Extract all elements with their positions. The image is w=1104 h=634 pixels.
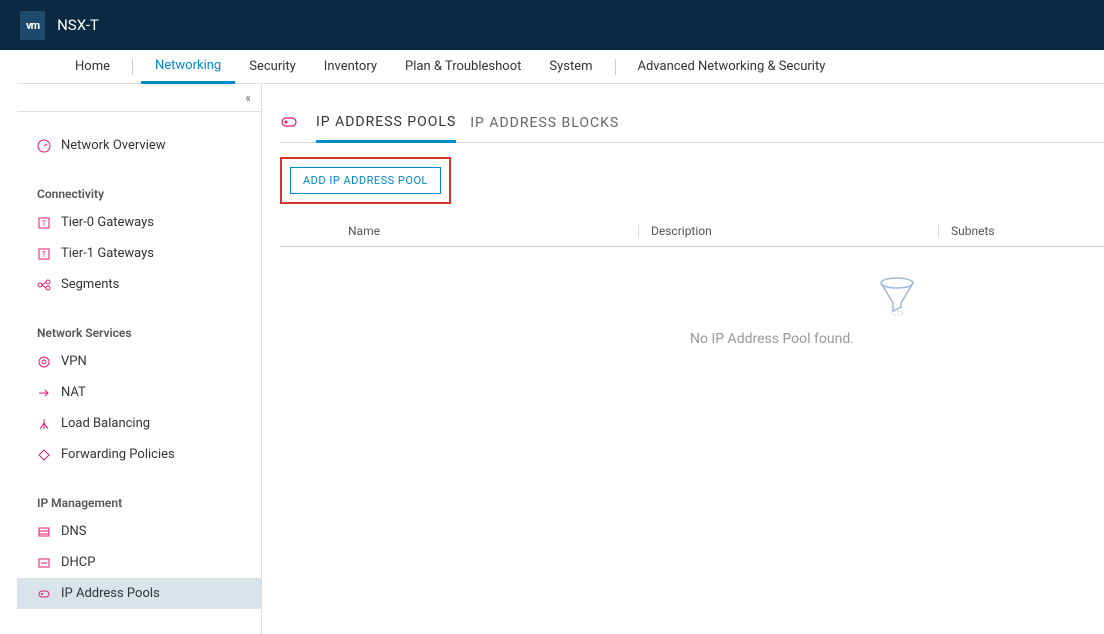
sidebar-section-ip-management: IP Management DNS DHCP IP Address Pools [17,478,261,617]
sidebar-section-connectivity: Connectivity T Tier-0 Gateways T Tier-1 … [17,169,261,308]
sidebar-item-ip-pools[interactable]: IP Address Pools [17,578,261,609]
sidebar-heading-network-services: Network Services [17,316,261,346]
sidebar-collapse-bar: « [17,84,261,112]
sidebar-item-forwarding[interactable]: Forwarding Policies [17,439,261,470]
sidebar-section-overview: Network Overview [17,112,261,169]
sidebar-heading-ip-management: IP Management [17,486,261,516]
sidebar: « Network Overview Connectivity T Tier-0… [17,84,262,634]
sidebar-item-segments[interactable]: Segments [17,269,261,300]
top-navigation: Home Networking Security Inventory Plan … [17,50,1104,84]
svg-text:T: T [42,251,47,259]
empty-state: No IP Address Pool found. [280,275,1104,347]
loadbalance-icon [37,417,51,431]
table-header-row: Name Description Subnets [280,216,1104,247]
table-header-spacer [280,224,348,238]
sidebar-item-label: NAT [61,385,86,400]
sidebar-item-nat[interactable]: NAT [17,377,261,408]
sidebar-item-label: IP Address Pools [61,586,160,601]
topnav-home[interactable]: Home [61,50,124,84]
separator [615,59,616,75]
topnav-plan-troubleshoot[interactable]: Plan & Troubleshoot [391,50,535,84]
sidebar-item-label: Tier-0 Gateways [61,215,154,230]
dashboard-icon [37,139,51,153]
collapse-icon[interactable]: « [245,91,251,105]
sidebar-item-dns[interactable]: DNS [17,516,261,547]
sidebar-item-label: DNS [61,524,87,539]
forward-icon [37,448,51,462]
ip-pool-page-icon [280,113,298,135]
topnav-system[interactable]: System [535,50,606,84]
app-header: vm NSX-T [0,0,1104,50]
sidebar-item-label: Load Balancing [61,416,150,431]
main-layout: « Network Overview Connectivity T Tier-0… [0,84,1104,634]
add-ip-address-pool-button[interactable]: ADD IP ADDRESS POOL [290,167,441,194]
sidebar-item-tier0[interactable]: T Tier-0 Gateways [17,207,261,238]
dhcp-icon [37,556,51,570]
topnav-inventory[interactable]: Inventory [310,50,391,84]
vm-logo: vm [20,11,45,40]
table-header-subnets: Subnets [938,224,1104,238]
funnel-icon [690,275,1104,317]
topnav-networking[interactable]: Networking [141,50,235,84]
svg-text:T: T [42,220,47,228]
ip-pool-icon [37,587,51,601]
nat-icon [37,386,51,400]
sidebar-item-label: Segments [61,277,119,292]
sidebar-item-tier1[interactable]: T Tier-1 Gateways [17,238,261,269]
sidebar-item-dhcp[interactable]: DHCP [17,547,261,578]
tab-ip-address-blocks[interactable]: IP ADDRESS BLOCKS [470,107,619,141]
sidebar-heading-connectivity: Connectivity [17,177,261,207]
sidebar-section-network-services: Network Services VPN NAT Load Balancing [17,308,261,478]
app-title: NSX-T [57,16,99,34]
sidebar-item-label: VPN [61,354,87,369]
sidebar-item-label: Network Overview [61,138,166,153]
sidebar-item-label: DHCP [61,555,95,570]
sidebar-item-load-balancing[interactable]: Load Balancing [17,408,261,439]
content-tabs: IP ADDRESS POOLS IP ADDRESS BLOCKS [280,106,1104,143]
tab-ip-address-pools[interactable]: IP ADDRESS POOLS [316,106,456,143]
segments-icon [37,278,51,292]
vpn-icon [37,355,51,369]
gateway-icon: T [37,216,51,230]
separator [132,59,133,75]
gateway-icon: T [37,247,51,261]
sidebar-item-vpn[interactable]: VPN [17,346,261,377]
dns-icon [37,525,51,539]
table-header-name: Name [348,224,638,238]
topnav-security[interactable]: Security [235,50,310,84]
empty-state-text: No IP Address Pool found. [690,331,890,347]
highlighted-action-area: ADD IP ADDRESS POOL [280,157,451,204]
topnav-advanced[interactable]: Advanced Networking & Security [624,50,840,84]
table-header-description: Description [638,224,938,238]
sidebar-item-network-overview[interactable]: Network Overview [17,120,261,161]
sidebar-item-label: Tier-1 Gateways [61,246,154,261]
ip-pool-table: Name Description Subnets No IP Address P… [280,216,1104,347]
sidebar-item-label: Forwarding Policies [61,447,175,462]
content-area: IP ADDRESS POOLS IP ADDRESS BLOCKS ADD I… [262,84,1104,634]
